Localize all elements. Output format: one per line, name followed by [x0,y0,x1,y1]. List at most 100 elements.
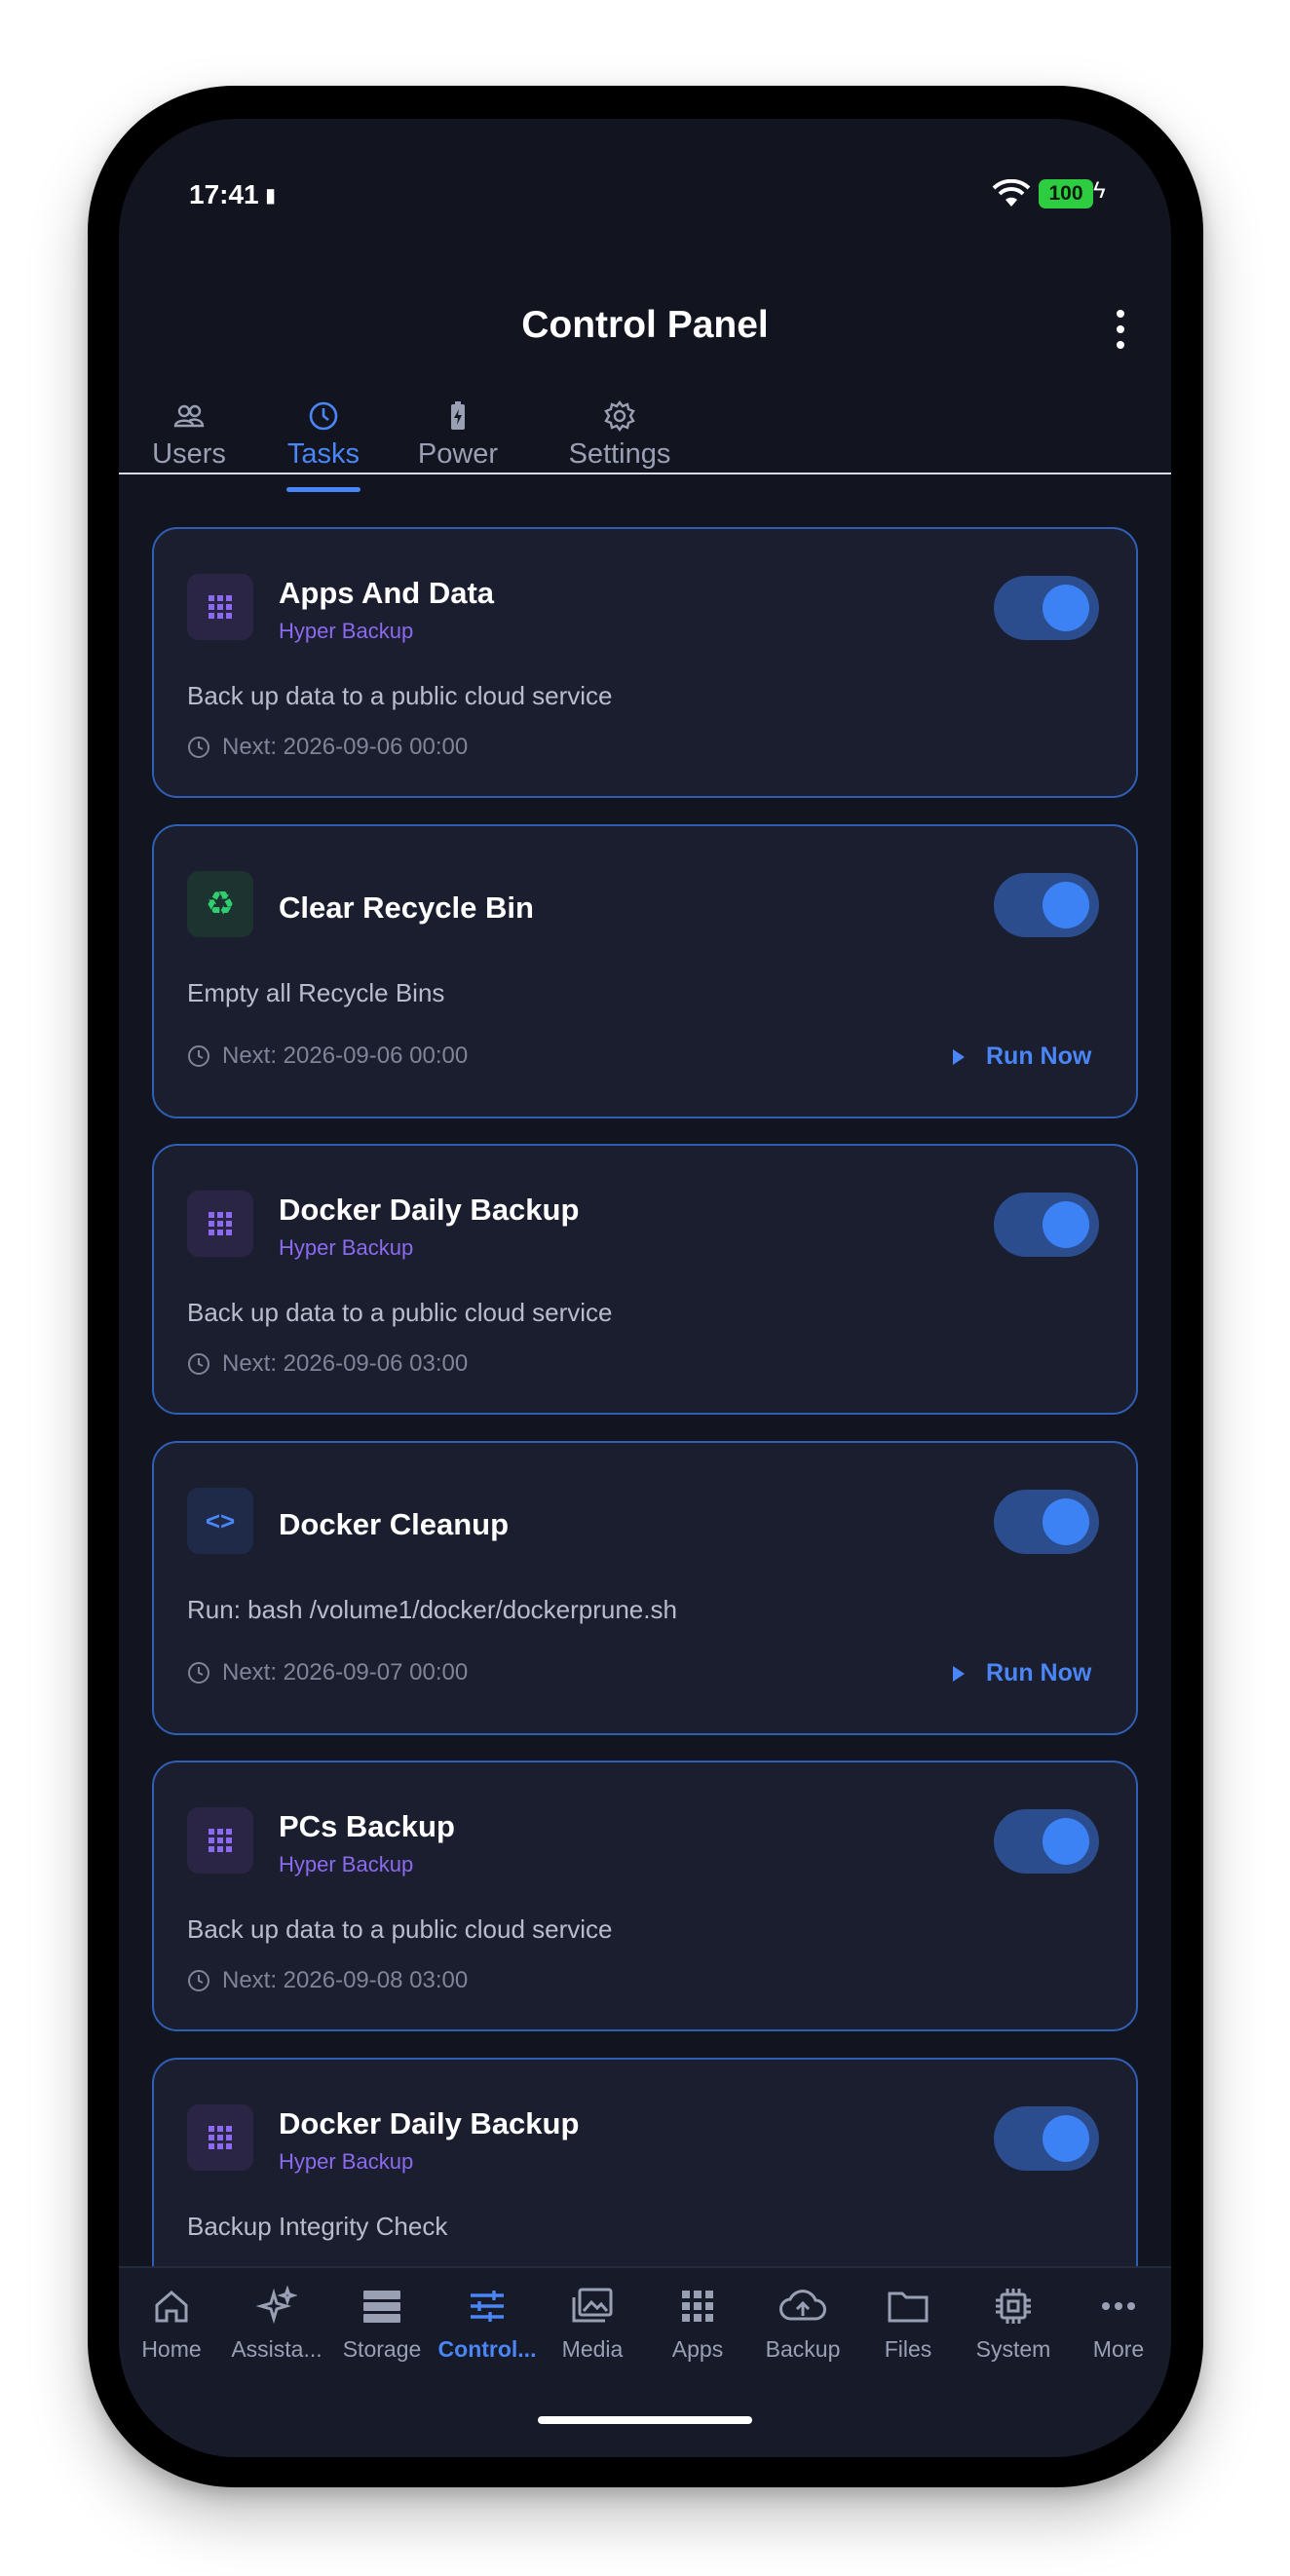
task-title: Docker Daily Backup [279,2106,580,2140]
clock-icon [188,1970,209,1991]
page-title: Control Panel [521,304,769,346]
task-enable-toggle[interactable] [994,1193,1099,1257]
nav-storage[interactable]: Storage [329,2286,435,2363]
nav-home[interactable]: Home [119,2286,224,2363]
recycle-icon: ♻ [187,871,253,937]
hyper-backup-icon [187,1191,253,1257]
tab-users-label: Users [152,438,226,470]
play-icon [953,1048,965,1065]
tab-bar: Users Tasks Power Settings [119,392,1171,474]
task-title: Docker Daily Backup [279,1193,580,1227]
clock-icon [188,1045,209,1067]
task-subtitle: Hyper Backup [279,1852,414,1876]
more-options-icon[interactable] [1111,310,1130,349]
task-description: Backup Integrity Check [187,2212,448,2241]
clock-icon [188,1353,209,1375]
gear-icon [604,400,635,432]
wifi-icon [992,179,1031,207]
nav-control-panel[interactable]: Control... [435,2286,540,2363]
task-card[interactable]: PCs Backup Hyper Backup Back up data to … [152,1761,1138,2031]
nav-files-label: Files [884,2336,932,2362]
task-next-run-text: Next: 2026-09-07 00:00 [222,1659,469,1686]
task-next-run-text: Next: 2026-09-06 00:00 [222,1042,469,1069]
task-enable-toggle[interactable] [994,576,1099,640]
task-title: Clear Recycle Bin [279,890,534,925]
battery-indicator: 100 [1039,179,1093,208]
task-next-run: Next: 2026-09-06 03:00 [187,1350,468,1378]
clock-icon [188,737,209,758]
nav-more[interactable]: More [1066,2286,1171,2363]
nav-assistant-label: Assista... [231,2336,322,2362]
tab-settings[interactable]: Settings [559,392,680,474]
hyper-backup-icon [187,574,253,640]
task-description: Run: bash /volume1/docker/dockerprune.sh [187,1595,677,1624]
folder-icon [888,2292,929,2323]
task-title: Docker Cleanup [279,1507,510,1541]
task-card[interactable]: <> Docker Cleanup Run: bash /volume1/doc… [152,1441,1138,1735]
tab-power-label: Power [417,438,499,470]
tab-settings-label: Settings [568,438,671,470]
nav-media[interactable]: Media [540,2286,645,2363]
code-icon: <> [187,1488,253,1554]
bottom-navigation: Home Assista... Storage Control... Media… [119,2266,1171,2457]
nav-files[interactable]: Files [855,2286,961,2363]
task-enable-toggle[interactable] [994,1490,1099,1554]
nav-media-label: Media [561,2336,624,2362]
hyper-backup-icon [187,1807,253,1874]
nav-backup-label: Backup [765,2336,841,2362]
sliders-icon [471,2291,504,2322]
task-next-run: Next: 2026-09-08 03:00 [187,1967,468,1994]
nav-apps[interactable]: Apps [645,2286,750,2363]
task-description: Back up data to a public cloud service [187,1298,613,1327]
task-subtitle: Hyper Backup [279,1235,414,1260]
nav-backup[interactable]: Backup [750,2286,855,2363]
task-title: PCs Backup [279,1809,455,1843]
nav-assistant[interactable]: Assista... [224,2286,329,2363]
task-next-run-text: Next: 2026-09-06 03:00 [222,1350,469,1377]
active-tab-indicator [286,487,360,492]
task-description: Back up data to a public cloud service [187,1914,613,1944]
status-time: 17:41 [189,179,259,209]
sparkle-icon [256,2286,297,2325]
apps-icon [682,2291,713,2322]
tab-tasks[interactable]: Tasks [281,392,366,474]
task-next-run-text: Next: 2026-09-06 00:00 [222,734,469,760]
nav-more-label: More [1092,2336,1145,2362]
nav-storage-label: Storage [342,2336,422,2362]
home-indicator[interactable] [538,2416,752,2424]
notification-icon: ▮ [265,185,277,207]
task-card[interactable]: ♻ Clear Recycle Bin Empty all Recycle Bi… [152,824,1138,1118]
clock-icon [309,401,338,431]
chip-icon [996,2289,1031,2324]
task-card[interactable]: Docker Daily Backup Hyper Backup Back up… [152,1144,1138,1415]
users-icon [173,404,205,428]
nav-system[interactable]: System [961,2286,1066,2363]
home-icon [155,2291,188,2323]
task-enable-toggle[interactable] [994,1809,1099,1874]
task-description: Empty all Recycle Bins [187,978,445,1007]
run-now-button[interactable]: Run Now [953,1042,1091,1071]
run-now-button[interactable]: Run Now [953,1659,1091,1687]
nav-home-label: Home [141,2336,202,2362]
task-list: Apps And Data Hyper Backup Back up data … [119,494,1171,2384]
clock-icon [188,1662,209,1684]
charging-icon: ϟ [1093,177,1106,204]
task-card[interactable]: Apps And Data Hyper Backup Back up data … [152,527,1138,798]
phone-screen: 17:41 ▮ 100 ϟ Control Panel Users Tasks [119,119,1171,2457]
status-bar: 17:41 ▮ 100 ϟ [119,119,1171,255]
media-icon [572,2288,613,2323]
tab-users[interactable]: Users [146,392,232,474]
play-icon [953,1665,965,1682]
run-now-label: Run Now [986,1659,1092,1686]
nav-apps-label: Apps [671,2336,724,2362]
more-icon [1102,2302,1135,2310]
task-enable-toggle[interactable] [994,2106,1099,2171]
hyper-backup-icon [187,2104,253,2171]
task-enable-toggle[interactable] [994,873,1099,937]
storage-icon [363,2291,400,2323]
tab-power[interactable]: Power [415,392,501,474]
task-next-run-text: Next: 2026-09-08 03:00 [222,1967,469,1993]
run-now-label: Run Now [986,1042,1092,1070]
task-next-run: Next: 2026-09-06 00:00 [187,734,468,761]
task-title: Apps And Data [279,576,495,610]
